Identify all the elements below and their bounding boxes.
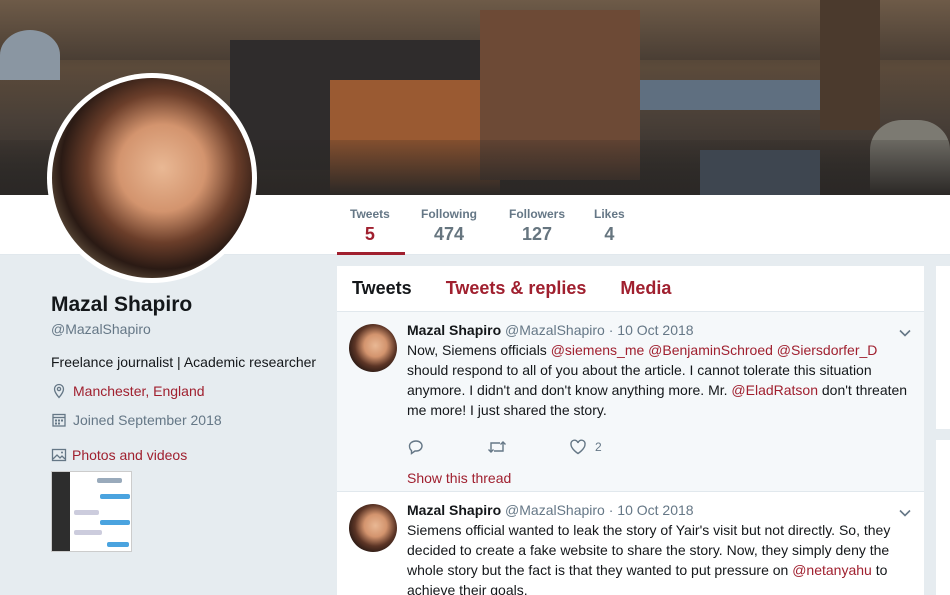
chevron-down-icon[interactable] — [898, 506, 912, 520]
stat-value: 4 — [604, 224, 615, 244]
tweet-header: Mazal Shapiro @MazalShapiro · 10 Oct 201… — [407, 502, 694, 518]
location-link[interactable]: Manchester, England — [73, 383, 205, 399]
tweet-author-name[interactable]: Mazal Shapiro — [407, 322, 501, 338]
reply-button[interactable] — [407, 438, 425, 456]
stat-label: Following — [421, 207, 477, 221]
profile-joined: Joined September 2018 — [51, 412, 321, 428]
stat-label: Likes — [594, 207, 625, 221]
stat-following[interactable]: Following 474 — [421, 207, 477, 245]
heart-icon — [570, 439, 586, 455]
tweet[interactable]: Mazal Shapiro @MazalShapiro · 10 Oct 201… — [337, 492, 924, 595]
retweet-button[interactable] — [487, 438, 507, 456]
tweet-author-name[interactable]: Mazal Shapiro — [407, 502, 501, 518]
tweet[interactable]: Mazal Shapiro @MazalShapiro · 10 Oct 201… — [337, 312, 924, 492]
photos-and-videos-link[interactable]: Photos and videos — [51, 447, 321, 463]
stat-value: 474 — [433, 224, 465, 244]
show-thread-link[interactable]: Show this thread — [407, 470, 912, 486]
stat-likes[interactable]: Likes 4 — [594, 207, 625, 245]
tweet-text: Siemens official wanted to leak the stor… — [407, 522, 891, 595]
mention-link[interactable]: @BenjaminSchroed — [648, 342, 773, 358]
image-icon — [51, 448, 67, 462]
mention-link[interactable]: @siemens_me — [551, 342, 645, 358]
stat-tweets[interactable]: Tweets 5 — [350, 207, 390, 245]
tweet-avatar[interactable] — [349, 504, 397, 552]
right-sidebar-card — [936, 266, 950, 429]
tweet-avatar[interactable] — [349, 324, 397, 372]
tab-tweets[interactable]: Tweets — [352, 278, 412, 299]
tweet-text: Now, Siemens officials @siemens_me @Benj… — [407, 342, 908, 418]
stat-value: 127 — [521, 224, 553, 244]
tweet-actions: 2 — [407, 438, 912, 456]
profile-handle[interactable]: @MazalShapiro — [51, 321, 321, 337]
retweet-icon — [488, 441, 506, 453]
profile-bio: Freelance journalist | Academic research… — [51, 354, 317, 370]
calendar-icon — [52, 413, 66, 427]
avatar-image — [52, 78, 252, 278]
active-stat-underline — [337, 252, 405, 255]
profile-avatar[interactable] — [47, 73, 257, 283]
like-count: 2 — [595, 440, 602, 454]
timeline: Tweets Tweets & replies Media Mazal Shap… — [337, 266, 924, 595]
right-sidebar-card — [936, 440, 950, 595]
tweet-author-handle[interactable]: @MazalShapiro — [505, 322, 605, 338]
timeline-tabs: Tweets Tweets & replies Media — [337, 266, 924, 312]
stat-label: Tweets — [350, 207, 390, 221]
reply-icon — [408, 440, 423, 455]
stat-label: Followers — [509, 207, 566, 221]
profile-name[interactable]: Mazal Shapiro — [51, 293, 321, 317]
profile-card: Mazal Shapiro @MazalShapiro Freelance jo… — [51, 293, 321, 552]
tweet-author-handle[interactable]: @MazalShapiro — [505, 502, 605, 518]
joined-text: Joined September 2018 — [73, 412, 222, 428]
like-button[interactable]: 2 — [569, 438, 602, 456]
stat-value: 5 — [364, 224, 375, 244]
tab-media[interactable]: Media — [620, 278, 671, 299]
location-icon — [53, 383, 65, 399]
media-thumbnail[interactable] — [51, 471, 132, 552]
profile-location: Manchester, England — [51, 383, 321, 399]
tweet-date[interactable]: 10 Oct 2018 — [617, 502, 693, 518]
mention-link[interactable]: @netanyahu — [792, 562, 872, 578]
mention-link[interactable]: @EladRatson — [731, 382, 818, 398]
tab-tweets-and-replies[interactable]: Tweets & replies — [446, 278, 587, 299]
chevron-down-icon[interactable] — [898, 326, 912, 340]
mention-link[interactable]: @Siersdorfer_D — [777, 342, 878, 358]
tweet-header: Mazal Shapiro @MazalShapiro · 10 Oct 201… — [407, 322, 694, 338]
photos-label: Photos and videos — [72, 447, 188, 463]
stat-followers[interactable]: Followers 127 — [509, 207, 565, 245]
tweet-date[interactable]: 10 Oct 2018 — [617, 322, 693, 338]
